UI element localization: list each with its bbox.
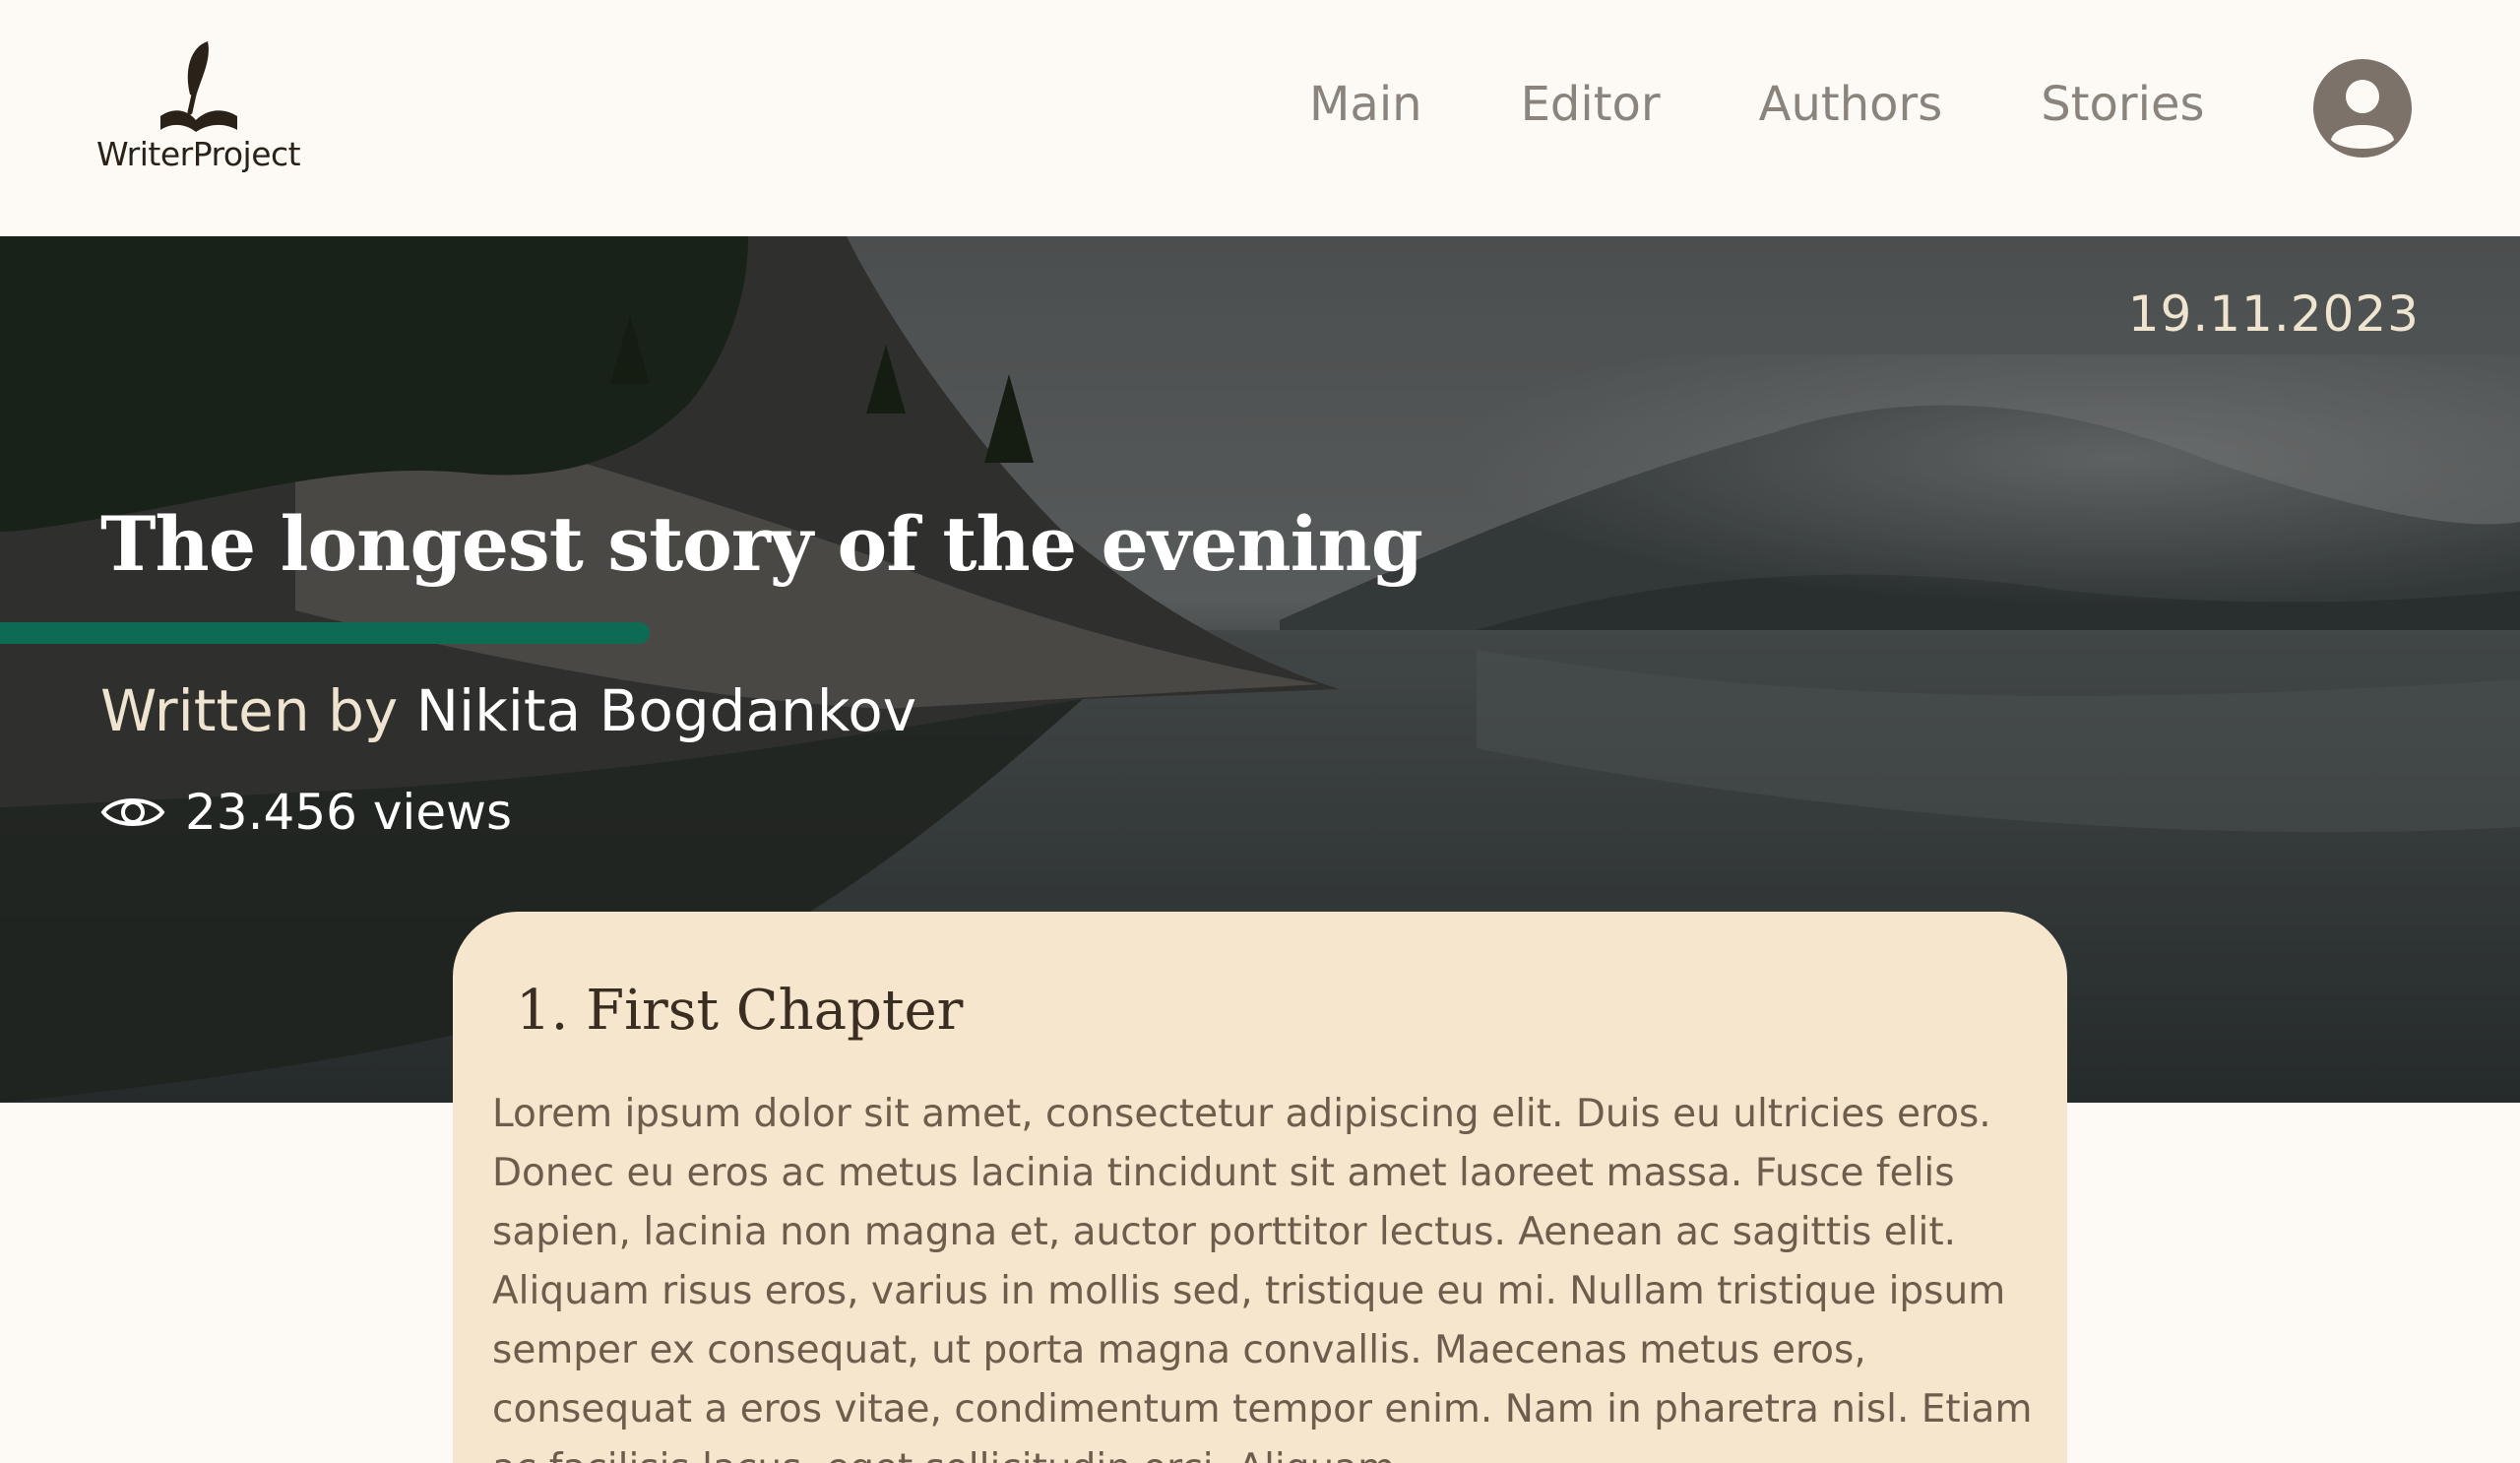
nav-editor[interactable]: Editor bbox=[1521, 77, 1661, 132]
chapter-body-text: Lorem ipsum dolor sit amet, consectetur … bbox=[492, 1092, 2033, 1463]
publish-date: 19.11.2023 bbox=[2127, 286, 2420, 343]
site-logo[interactable]: WriterProject bbox=[96, 37, 301, 181]
nav-main[interactable]: Main bbox=[1309, 77, 1422, 132]
nav-stories[interactable]: Stories bbox=[2041, 77, 2204, 132]
view-count-text: 23.456 views bbox=[185, 784, 513, 841]
site-header: WriterProject Main Editor Authors Storie… bbox=[0, 0, 2520, 236]
chapter-title: 1. First Chapter bbox=[516, 979, 964, 1043]
story-title: The longest story of the evening bbox=[100, 500, 1423, 588]
logo-text: WriterProject bbox=[96, 135, 301, 173]
quill-pen-icon bbox=[160, 41, 237, 132]
byline-prefix: Written by bbox=[100, 677, 416, 744]
main-nav: Main Editor Authors Stories bbox=[1309, 77, 2205, 132]
view-count: 23.456 views bbox=[100, 784, 512, 841]
title-accent-bar bbox=[0, 622, 650, 644]
user-avatar-icon[interactable] bbox=[2313, 59, 2412, 158]
author-link[interactable]: Nikita Bogdankov bbox=[416, 677, 916, 744]
eye-icon bbox=[100, 798, 165, 826]
byline: Written by Nikita Bogdankov bbox=[100, 677, 916, 744]
nav-authors[interactable]: Authors bbox=[1759, 77, 1943, 132]
chapter-card: 1. First Chapter Lorem ipsum dolor sit a… bbox=[453, 912, 2067, 1463]
